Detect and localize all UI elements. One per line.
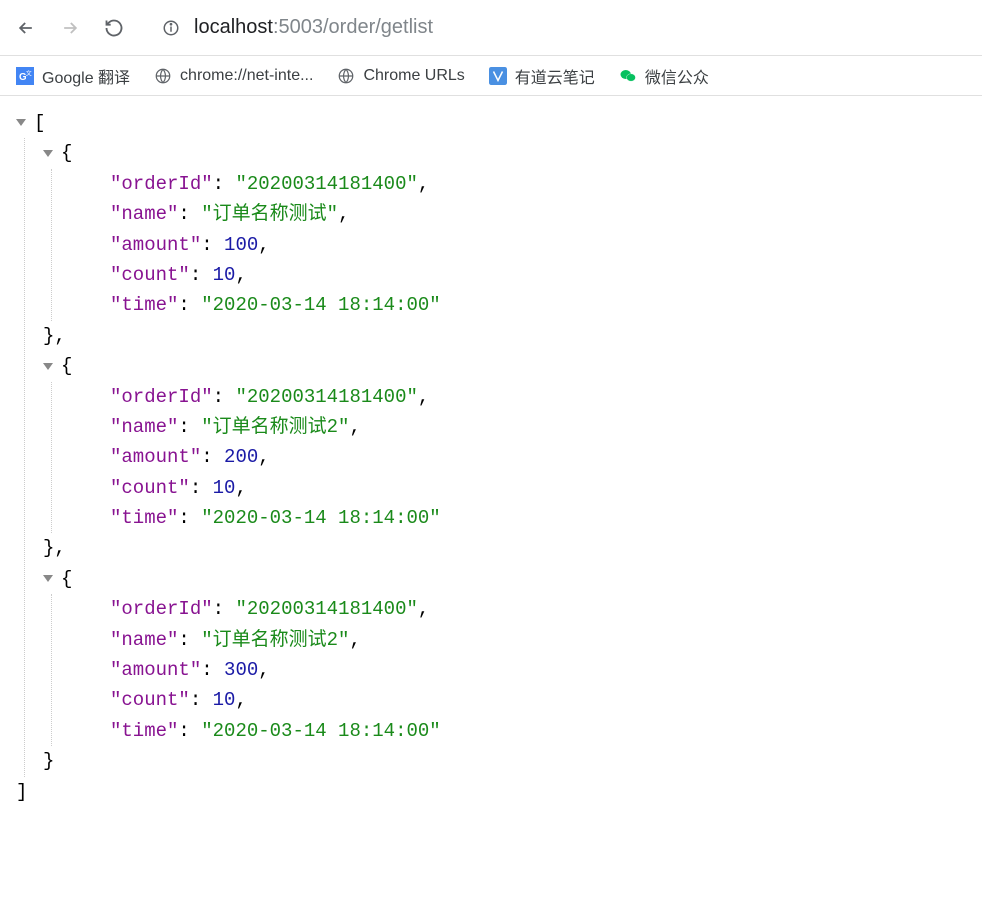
globe-icon bbox=[154, 67, 172, 85]
bookmark-chrome-urls[interactable]: Chrome URLs bbox=[337, 67, 464, 85]
arrow-left-icon bbox=[16, 18, 36, 38]
json-object-open: { bbox=[43, 138, 966, 168]
json-array-open: [ bbox=[16, 108, 966, 138]
json-property: "name": "订单名称测试2", bbox=[70, 625, 966, 655]
info-icon[interactable] bbox=[162, 19, 180, 37]
toggle-icon[interactable] bbox=[43, 150, 53, 157]
json-property: "time": "2020-03-14 18:14:00" bbox=[70, 290, 966, 320]
json-property: "orderId": "20200314181400", bbox=[70, 382, 966, 412]
wechat-icon bbox=[619, 67, 637, 85]
json-property: "name": "订单名称测试2", bbox=[70, 412, 966, 442]
google-translate-icon: G文 bbox=[16, 67, 34, 85]
json-property: "count": 10, bbox=[70, 473, 966, 503]
json-property: "name": "订单名称测试", bbox=[70, 199, 966, 229]
json-property: "amount": 100, bbox=[70, 230, 966, 260]
reload-button[interactable] bbox=[96, 10, 132, 46]
bookmark-google-translate[interactable]: G文 Google 翻译 bbox=[16, 64, 130, 88]
json-object-open: { bbox=[43, 351, 966, 381]
json-property: "time": "2020-03-14 18:14:00" bbox=[70, 503, 966, 533]
bookmark-chrome-net[interactable]: chrome://net-inte... bbox=[154, 67, 313, 85]
url-bar[interactable]: localhost:5003/order/getlist bbox=[148, 9, 974, 47]
json-property: "count": 10, bbox=[70, 685, 966, 715]
json-property: "time": "2020-03-14 18:14:00" bbox=[70, 716, 966, 746]
bookmark-wechat[interactable]: 微信公众 bbox=[619, 64, 709, 88]
url-text: localhost:5003/order/getlist bbox=[194, 16, 433, 39]
json-property: "amount": 200, bbox=[70, 442, 966, 472]
json-object-open: { bbox=[43, 564, 966, 594]
json-property: "orderId": "20200314181400", bbox=[70, 594, 966, 624]
json-object-close: }, bbox=[43, 533, 966, 563]
url-host: localhost bbox=[194, 16, 273, 38]
json-object-close: } bbox=[43, 746, 966, 776]
toggle-icon[interactable] bbox=[43, 363, 53, 370]
json-viewer: [ { "orderId": "20200314181400", "name":… bbox=[0, 96, 982, 819]
forward-button[interactable] bbox=[52, 10, 88, 46]
arrow-right-icon bbox=[60, 18, 80, 38]
youdao-icon bbox=[489, 67, 507, 85]
url-path: /order/getlist bbox=[323, 16, 433, 38]
json-property: "amount": 300, bbox=[70, 655, 966, 685]
json-property: "count": 10, bbox=[70, 260, 966, 290]
toggle-icon[interactable] bbox=[43, 575, 53, 582]
json-array-close: ] bbox=[16, 777, 966, 807]
bookmark-youdao[interactable]: 有道云笔记 bbox=[489, 64, 595, 88]
bookmark-label: 有道云笔记 bbox=[515, 64, 595, 88]
globe-icon bbox=[337, 67, 355, 85]
bookmark-label: chrome://net-inte... bbox=[180, 67, 313, 85]
bookmark-label: Google 翻译 bbox=[42, 64, 130, 88]
url-port: :5003 bbox=[273, 16, 323, 38]
bookmark-label: Chrome URLs bbox=[363, 67, 464, 85]
browser-nav-bar: localhost:5003/order/getlist bbox=[0, 0, 982, 56]
bookmarks-bar: G文 Google 翻译 chrome://net-inte... Chrome… bbox=[0, 56, 982, 96]
back-button[interactable] bbox=[8, 10, 44, 46]
bookmark-label: 微信公众 bbox=[645, 64, 709, 88]
reload-icon bbox=[104, 18, 124, 38]
json-object-close: }, bbox=[43, 321, 966, 351]
json-property: "orderId": "20200314181400", bbox=[70, 169, 966, 199]
toggle-icon[interactable] bbox=[16, 119, 26, 126]
